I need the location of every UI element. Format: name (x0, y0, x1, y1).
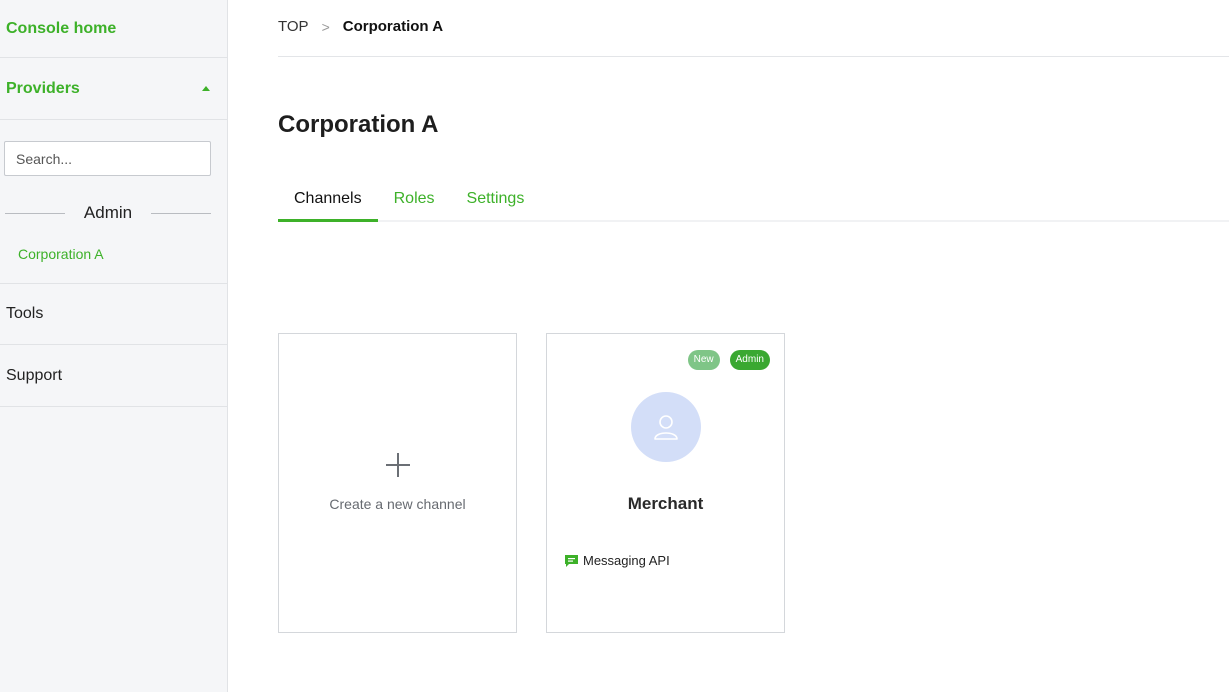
channel-type: Messaging API (565, 553, 670, 568)
sidebar-item-support[interactable]: Support (0, 345, 227, 407)
tab-bar: Channels Roles Settings (278, 184, 1229, 222)
sidebar-item-console-home[interactable]: Console home (0, 0, 227, 58)
create-channel-card[interactable]: Create a new channel (278, 333, 517, 633)
tab-channels[interactable]: Channels (278, 184, 378, 222)
breadcrumb-current: Corporation A (342, 18, 444, 35)
tab-roles[interactable]: Roles (378, 184, 451, 222)
divider-line-left (5, 212, 65, 214)
channel-card-merchant[interactable]: New Admin Merchant Messaging API (546, 333, 785, 633)
provider-search-input[interactable] (4, 141, 211, 176)
support-label[interactable]: Support (6, 367, 62, 385)
sidebar-item-providers[interactable]: Providers (0, 58, 227, 120)
chevron-right-icon: > (321, 18, 330, 35)
tab-settings[interactable]: Settings (451, 184, 541, 222)
plus-icon (386, 453, 410, 477)
provider-item-corporation-a[interactable]: Corporation A (18, 246, 104, 262)
providers-label[interactable]: Providers (6, 80, 80, 98)
admin-heading: Admin (83, 203, 133, 222)
caret-up-icon[interactable] (202, 86, 210, 91)
divider-line-right (151, 212, 211, 214)
avatar (631, 392, 701, 462)
providers-panel: Admin Corporation A (0, 120, 227, 284)
breadcrumb-top-link[interactable]: TOP (278, 18, 309, 35)
header-divider (278, 56, 1229, 57)
console-home-link[interactable]: Console home (6, 20, 116, 38)
sidebar: Console home Providers Admin Corporation… (0, 0, 228, 692)
user-icon (654, 415, 678, 440)
channel-name: Merchant (627, 494, 704, 513)
page-title: Corporation A (278, 111, 439, 138)
channel-type-label: Messaging API (583, 553, 670, 568)
tools-label[interactable]: Tools (6, 305, 43, 323)
breadcrumb: TOP > Corporation A (278, 18, 443, 35)
admin-divider: Admin (5, 202, 211, 224)
main-content: TOP > Corporation A Corporation A Channe… (278, 0, 1229, 692)
sidebar-item-tools[interactable]: Tools (0, 284, 227, 345)
admin-badge: Admin (729, 350, 770, 370)
new-badge: New (687, 350, 720, 370)
create-channel-label: Create a new channel (329, 496, 466, 512)
channel-badges: New Admin (687, 350, 770, 370)
chat-bubble-icon (565, 554, 578, 567)
